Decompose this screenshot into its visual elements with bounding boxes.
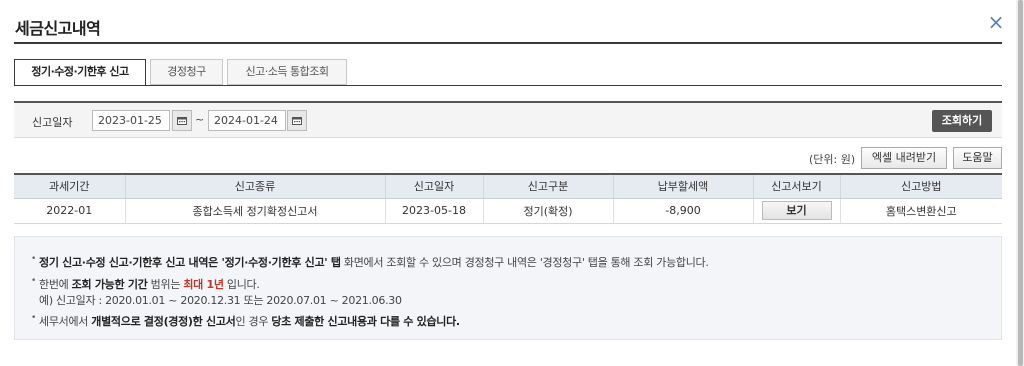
tab-regular-filing[interactable]: 정기·수정·기한후 신고 [14,59,146,86]
notice-item: • 세무서에서 개별적으로 결정(경정)한 신고서인 경우 당초 제출한 신고내용… [31,313,460,328]
calendar-icon[interactable] [287,110,307,131]
bullet-icon: • [31,313,37,323]
table-row: 2022-01 종합소득세 정기확정신고서 2023-05-18 정기(확정) … [14,198,1002,224]
cell-type: 정기(확정) [482,198,613,224]
cell-kind: 종합소득세 정기확정신고서 [124,198,385,224]
help-button[interactable]: 도움말 [953,147,1002,169]
modal-title: 세금신고내역 [15,19,101,38]
notice-box: • 정기 신고·수정 신고·기한후 신고 내역은 '정기·수정·기한후 신고' 탭… [14,236,1002,340]
excel-download-button[interactable]: 엑셀 내려받기 [861,147,947,169]
title-divider [14,42,1002,44]
search-box: 신고일자 2023-01-25 ~ 2024-01-24 조회하기 [14,101,1002,138]
bullet-icon: • [31,254,37,264]
view-button[interactable]: 보기 [761,201,832,220]
tab-bar: 정기·수정·기한후 신고 경정청구 신고·소득 통합조회 [14,59,351,86]
col-header: 신고일자 [384,173,483,199]
unit-label: (단위: 원) [809,153,856,166]
notice-example: 예) 신고일자 : 2020.01.01 ~ 2020.12.31 또는 202… [39,294,402,307]
search-label: 신고일자 [32,116,73,129]
calendar-icon[interactable] [172,110,192,131]
tab-integrated-inquiry[interactable]: 신고·소득 통합조회 [227,59,347,85]
bullet-icon: • [31,276,37,286]
filing-table: 과세기간 신고종류 신고일자 신고구분 납부할세액 신고서보기 신고방법 202… [14,173,1002,224]
tab-divider [14,85,1002,86]
col-header: 신고방법 [839,173,1002,199]
col-header: 과세기간 [14,173,125,199]
table-header-row: 과세기간 신고종류 신고일자 신고구분 납부할세액 신고서보기 신고방법 [14,173,1002,199]
date-to-input[interactable]: 2024-01-24 [208,110,286,131]
date-from-input[interactable]: 2023-01-25 [92,110,170,131]
col-header: 신고구분 [482,173,613,199]
close-icon[interactable]: × [986,12,1006,32]
scrollbar-thumb[interactable] [1018,0,1023,366]
cell-tax: -8,900 [612,198,753,224]
col-header: 납부할세액 [612,173,753,199]
col-header: 신고서보기 [752,173,840,199]
col-header: 신고종류 [124,173,385,199]
notice-item: • 한번에 조회 가능한 기간 범위는 최대 1년 입니다. [31,276,260,291]
tab-correction-claim[interactable]: 경정청구 [150,59,223,85]
cell-date: 2023-05-18 [384,198,483,224]
query-button[interactable]: 조회하기 [932,110,992,132]
cell-method: 홈택스변환신고 [839,198,1002,224]
cell-period: 2022-01 [14,198,125,224]
date-separator: ~ [195,113,205,126]
notice-item: • 정기 신고·수정 신고·기한후 신고 내역은 '정기·수정·기한후 신고' 탭… [31,254,709,269]
cell-view: 보기 [752,198,840,224]
